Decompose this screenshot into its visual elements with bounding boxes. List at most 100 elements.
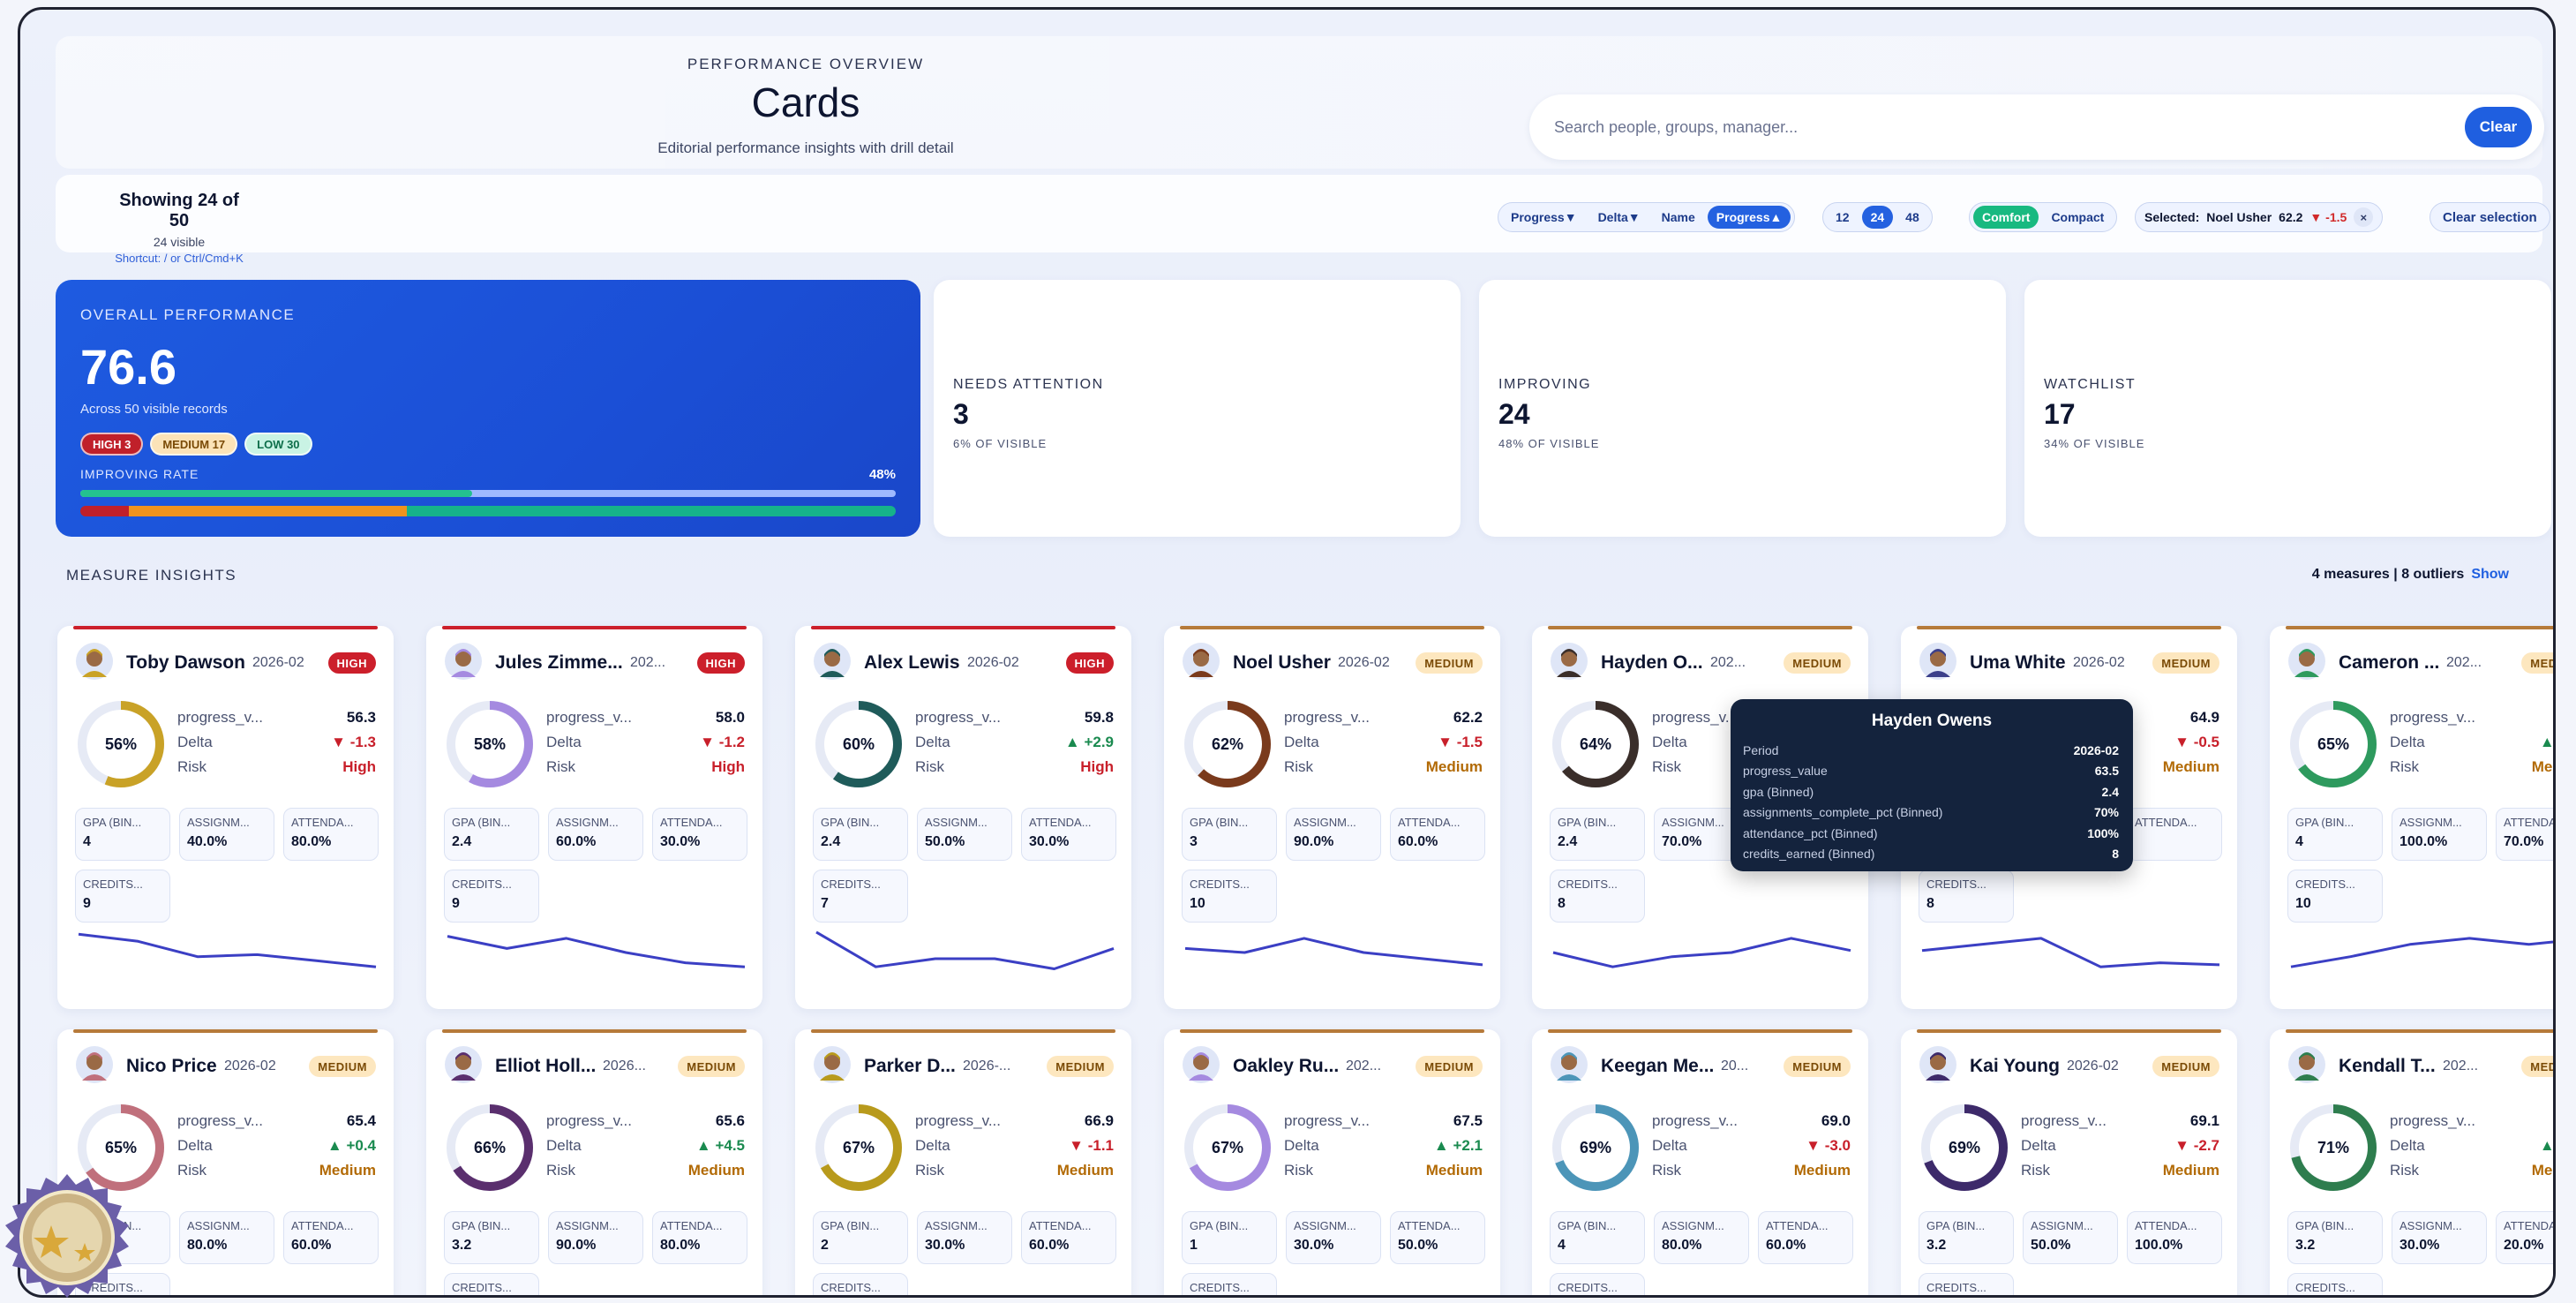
metric-row-progress: progress_v... 67.5 (1284, 1109, 1483, 1134)
density-option-0[interactable]: Comfort (1973, 206, 2039, 229)
kpi-improving[interactable]: IMPROVING 24 48% OF VISIBLE (1479, 280, 2006, 537)
measure-tile-attend[interactable]: ATTENDA... 60.0% (1758, 1211, 1853, 1264)
metric-label: Delta (1284, 734, 1319, 750)
measure-tile-attend[interactable]: ATTENDA... 80.0% (283, 808, 379, 861)
tile-value: 70.0% (1662, 834, 1702, 849)
tile-label: GPA (BIN... (821, 816, 880, 829)
measure-tile-credits[interactable]: CREDITS... 8 (1919, 870, 2014, 923)
metric-label: progress_v... (2390, 1112, 2476, 1129)
metric-label: progress_v... (1284, 709, 1371, 726)
person-card[interactable]: Parker D... 2026-... MEDIUM 67% progress_v..… (795, 1029, 1131, 1295)
metric-label: Delta (2390, 1137, 2425, 1154)
sort-option-3[interactable]: Progress▲ (1707, 206, 1791, 229)
measure-tile-gpa[interactable]: GPA (BIN... 4 (1550, 1211, 1645, 1264)
measure-tile-attend[interactable]: ATTENDA... 20.0% (2496, 1211, 2553, 1264)
kpi-needs-attention[interactable]: NEEDS ATTENTION 3 6% OF VISIBLE (934, 280, 1461, 537)
measure-tile-credits[interactable]: CREDITS... (444, 1273, 539, 1295)
measure-tile-gpa[interactable]: GPA (BIN... 4 (2287, 808, 2383, 861)
measure-tile-credits[interactable]: CREDITS... 9 (444, 870, 539, 923)
progress-ring: 69% (1552, 1104, 1639, 1191)
person-card[interactable]: Kendall T... 202... MEDIUM 71% progress_v...… (2270, 1029, 2553, 1295)
measure-tile-credits[interactable]: CREDITS... 8 (1550, 870, 1645, 923)
measure-tile-assign[interactable]: ASSIGNM... 30.0% (917, 1211, 1012, 1264)
tile-value: 90.0% (1294, 834, 1334, 849)
measure-tile-attend[interactable]: ATTENDA... 100.0% (2127, 1211, 2222, 1264)
metric-row-risk: Risk High (177, 755, 376, 780)
measure-tile-gpa[interactable]: GPA (BIN... 2.4 (444, 808, 539, 861)
person-card[interactable]: Keegan Me... 20... MEDIUM 69% progress_v... 6… (1532, 1029, 1868, 1295)
measure-tile-assign[interactable]: ASSIGNM... 90.0% (1286, 808, 1381, 861)
metric-value: Medium (2162, 1162, 2219, 1179)
measure-tile-gpa[interactable]: GPA (BIN... 2.4 (1550, 808, 1645, 861)
measure-tile-attend[interactable]: ATTENDA... 60.0% (1021, 1211, 1116, 1264)
measure-tile-assign[interactable]: ASSIGNM... 50.0% (2023, 1211, 2118, 1264)
clear-selection-button[interactable]: Clear selection (2430, 202, 2550, 232)
measure-tile-credits[interactable]: CREDITS... (813, 1273, 908, 1295)
show-outliers-link[interactable]: Show (2471, 567, 2509, 582)
measure-tile-assign[interactable]: ASSIGNM... 80.0% (179, 1211, 274, 1264)
measure-tile-gpa[interactable]: GPA (BIN... 3 (1182, 808, 1277, 861)
measure-tile-credits[interactable]: CREDITS... (1550, 1273, 1645, 1295)
measure-tile-attend[interactable]: ATTENDA... 80.0% (652, 1211, 747, 1264)
search-input[interactable] (1554, 114, 2348, 140)
sort-option-0[interactable]: Progress▼ (1502, 206, 1586, 229)
measure-tile-assign[interactable]: ASSIGNM... 50.0% (917, 808, 1012, 861)
person-card[interactable]: Jules Zimme... 202... HIGH 58% progress_v...… (426, 626, 762, 1009)
measure-tile-attend[interactable]: ATTENDA... 60.0% (283, 1211, 379, 1264)
measure-tile-attend[interactable]: ATTENDA... 30.0% (652, 808, 747, 861)
measure-tile-assign[interactable]: ASSIGNM... 40.0% (179, 808, 274, 861)
measures-outliers-count: 4 measures | 8 outliers (2311, 567, 2465, 582)
measure-tile-attend[interactable]: ATTENDA... 70.0% (2496, 808, 2553, 861)
sort-option-1[interactable]: Delta▼ (1589, 206, 1649, 229)
person-card[interactable]: Cameron ... 202... MEDIUM 65% progress_v...6… (2270, 626, 2553, 1009)
measure-tile-assign[interactable]: ASSIGNM... 100.0% (2392, 808, 2487, 861)
person-card[interactable]: Elliot Holl... 2026... MEDIUM 66% progress_v… (426, 1029, 762, 1295)
tile-value: 2.4 (1558, 834, 1578, 849)
measure-tile-gpa[interactable]: GPA (BIN... 3.2 (1919, 1211, 2014, 1264)
metric-label: progress_v... (1284, 1112, 1371, 1129)
measure-tile-gpa[interactable]: GPA (BIN... 1 (1182, 1211, 1277, 1264)
sort-option-2[interactable]: Name (1653, 206, 1704, 229)
measure-tile-credits[interactable]: CREDITS... (1919, 1273, 2014, 1295)
metric-row-progress: progress_v... 58.0 (546, 705, 745, 730)
measure-tile-gpa[interactable]: GPA (BIN... 4 (75, 808, 170, 861)
page-size-option-1[interactable]: 24 (1861, 206, 1894, 229)
person-card[interactable]: Alex Lewis 2026-02 HIGH 60% progress_v... 59.… (795, 626, 1131, 1009)
tile-value: 50.0% (1398, 1238, 1438, 1253)
kpi-watchlist[interactable]: WATCHLIST 17 34% OF VISIBLE (2024, 280, 2551, 537)
page-eyebrow: PERFORMANCE OVERVIEW (687, 56, 925, 72)
remove-selection-icon[interactable]: × (2354, 207, 2374, 227)
measure-tile-attend[interactable]: ATTENDA... 50.0% (1390, 1211, 1485, 1264)
measure-tile-gpa[interactable]: GPA (BIN... 3.2 (2287, 1211, 2383, 1264)
measure-tile-credits[interactable]: CREDITS... 10 (1182, 870, 1277, 923)
avatar-icon (2288, 643, 2325, 680)
measure-tile-assign[interactable]: ASSIGNM... 80.0% (1654, 1211, 1749, 1264)
measure-tile-credits[interactable]: CREDITS... 10 (2287, 870, 2383, 923)
person-card[interactable]: Kai Young 2026-02 MEDIUM 69% progress_v... 69… (1901, 1029, 2237, 1295)
measure-tile-gpa[interactable]: GPA (BIN... 3.2 (444, 1211, 539, 1264)
metric-label: Risk (915, 758, 945, 775)
measure-tile-gpa[interactable]: GPA (BIN... 2.4 (813, 808, 908, 861)
density-option-1[interactable]: Compact (2042, 206, 2113, 229)
measure-tile-assign[interactable]: ASSIGNM... 90.0% (548, 1211, 643, 1264)
page-size-option-0[interactable]: 12 (1827, 206, 1859, 229)
tile-label: ASSIGNM... (1662, 816, 1724, 829)
measure-tile-assign[interactable]: ASSIGNM... 30.0% (1286, 1211, 1381, 1264)
measure-tile-credits[interactable]: CREDITS... (2287, 1273, 2383, 1295)
metric-value: High (1080, 758, 1114, 775)
measure-tile-attend[interactable]: ATTENDA... (2127, 808, 2222, 861)
measure-tile-assign[interactable]: ASSIGNM... 60.0% (548, 808, 643, 861)
measure-tile-gpa[interactable]: GPA (BIN... 2 (813, 1211, 908, 1264)
measure-tile-credits[interactable]: CREDITS... (1182, 1273, 1277, 1295)
clear-search-button[interactable]: Clear (2465, 107, 2532, 147)
person-card[interactable]: Toby Dawson 2026-02 HIGH 56% progress_v... 56… (57, 626, 394, 1009)
measure-tile-attend[interactable]: ATTENDA... 60.0% (1390, 808, 1485, 861)
person-card[interactable]: Oakley Ru... 202... MEDIUM 67% progress_v...… (1164, 1029, 1500, 1295)
measure-tile-credits[interactable]: CREDITS... 9 (75, 870, 170, 923)
measure-tile-credits[interactable]: CREDITS... 7 (813, 870, 908, 923)
measure-tile-attend[interactable]: ATTENDA... 30.0% (1021, 808, 1116, 861)
person-card[interactable]: Noel Usher 2026-02 MEDIUM 62% progress_v... 6… (1164, 626, 1500, 1009)
measure-tile-assign[interactable]: ASSIGNM... 30.0% (2392, 1211, 2487, 1264)
page-size-option-2[interactable]: 48 (1896, 206, 1928, 229)
metric-label: Risk (2390, 758, 2420, 775)
